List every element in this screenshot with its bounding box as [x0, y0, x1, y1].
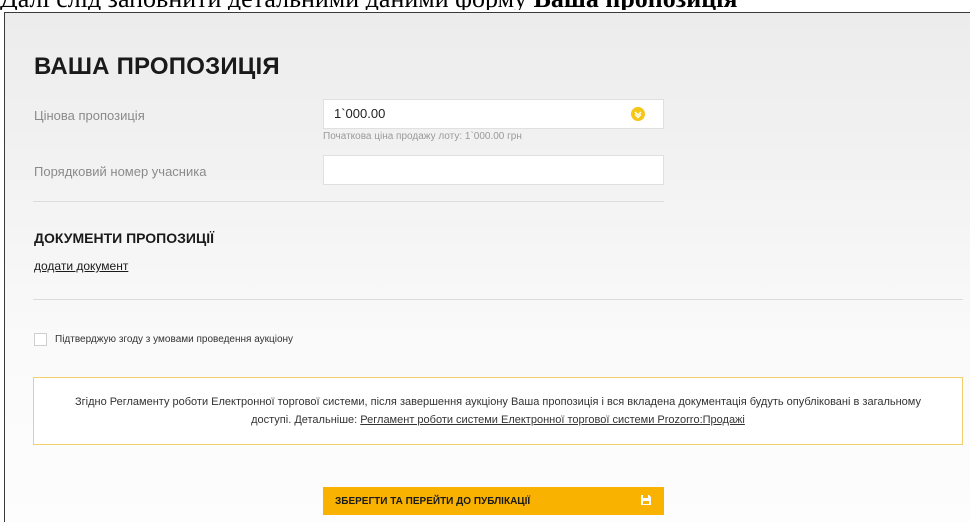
price-label: Цінова пропозиція [34, 108, 145, 123]
save-button-label: ЗБЕРЕГТИ ТА ПЕРЕЙТИ ДО ПУБЛІКАЦІЇ [335, 495, 531, 507]
divider [33, 201, 664, 202]
document-caption: Далі слід заповнити детальними даними фо… [0, 0, 974, 10]
agreement-checkbox[interactable] [34, 333, 47, 346]
price-value: 1`000.00 [334, 106, 386, 121]
publication-notice: Згідно Регламенту роботи Електронної тор… [33, 377, 963, 445]
offer-form-panel: ВАША ПРОПОЗИЦІЯ Цінова пропозиція 1`000.… [4, 12, 970, 522]
price-hint: Початкова ціна продажу лоту: 1`000.00 гр… [323, 131, 522, 142]
notice-content: Згідно Регламенту роботи Електронної тор… [64, 393, 932, 429]
agreement-label: Підтверджую згоду з умовами проведення а… [55, 334, 294, 345]
check-circle-icon [631, 107, 645, 121]
participant-number-label: Порядковий номер учасника [34, 164, 207, 179]
save-and-publish-button[interactable]: ЗБЕРЕГТИ ТА ПЕРЕЙТИ ДО ПУБЛІКАЦІЇ [323, 487, 664, 515]
price-input[interactable]: 1`000.00 [323, 99, 664, 129]
add-document-link[interactable]: додати документ [34, 259, 128, 273]
caption-bold: Ваша пропозиція [534, 0, 738, 10]
participant-number-input[interactable] [323, 155, 664, 185]
page-title: ВАША ПРОПОЗИЦІЯ [34, 53, 280, 80]
agreement-row: Підтверджую згоду з умовами проведення а… [34, 333, 293, 346]
floppy-disk-icon [640, 494, 652, 509]
regulations-link[interactable]: Регламент роботи системи Електронної тор… [360, 414, 745, 426]
documents-title: ДОКУМЕНТИ ПРОПОЗИЦІЇ [34, 230, 214, 246]
caption-text: Далі слід заповнити детальними даними фо… [0, 0, 527, 10]
divider [33, 299, 963, 300]
